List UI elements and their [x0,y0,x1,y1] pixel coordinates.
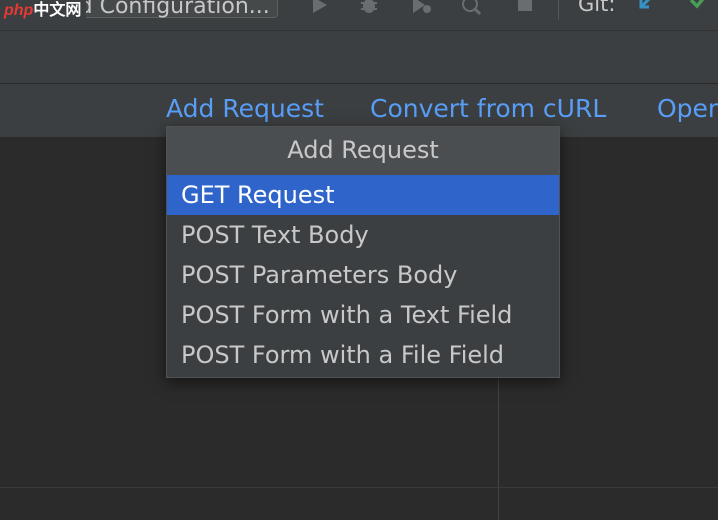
stop-icon[interactable] [514,0,536,16]
add-request-link[interactable]: Add Request [166,94,324,123]
tab-bar [0,30,718,83]
add-request-popup: Add Request GET Request POST Text Body P… [166,126,560,378]
watermark-php: php [4,2,34,19]
profile-icon[interactable] [460,0,482,16]
menu-item-post-form-text-field[interactable]: POST Form with a Text Field [167,295,559,335]
convert-from-curl-link[interactable]: Convert from cURL [370,94,606,123]
debug-icon[interactable] [358,0,380,16]
menu-item-post-form-file-field[interactable]: POST Form with a File Field [167,335,559,375]
toolbar-separator [558,0,559,20]
top-toolbar: Add Configuration... php中文网 Git: [0,0,718,30]
open-link[interactable]: Open [657,94,718,123]
coverage-icon[interactable] [410,0,432,16]
bottom-divider [0,487,718,488]
git-label: Git: [578,0,616,16]
watermark-cn: 中文网 [33,2,82,19]
popup-title: Add Request [167,127,559,175]
menu-item-post-text-body[interactable]: POST Text Body [167,215,559,255]
watermark-logo: php中文网 [2,0,86,22]
menu-item-get-request[interactable]: GET Request [167,175,559,215]
menu-item-post-parameters-body[interactable]: POST Parameters Body [167,255,559,295]
git-update-icon[interactable] [636,0,658,16]
run-icon[interactable] [308,0,330,16]
git-commit-icon[interactable] [688,0,710,16]
